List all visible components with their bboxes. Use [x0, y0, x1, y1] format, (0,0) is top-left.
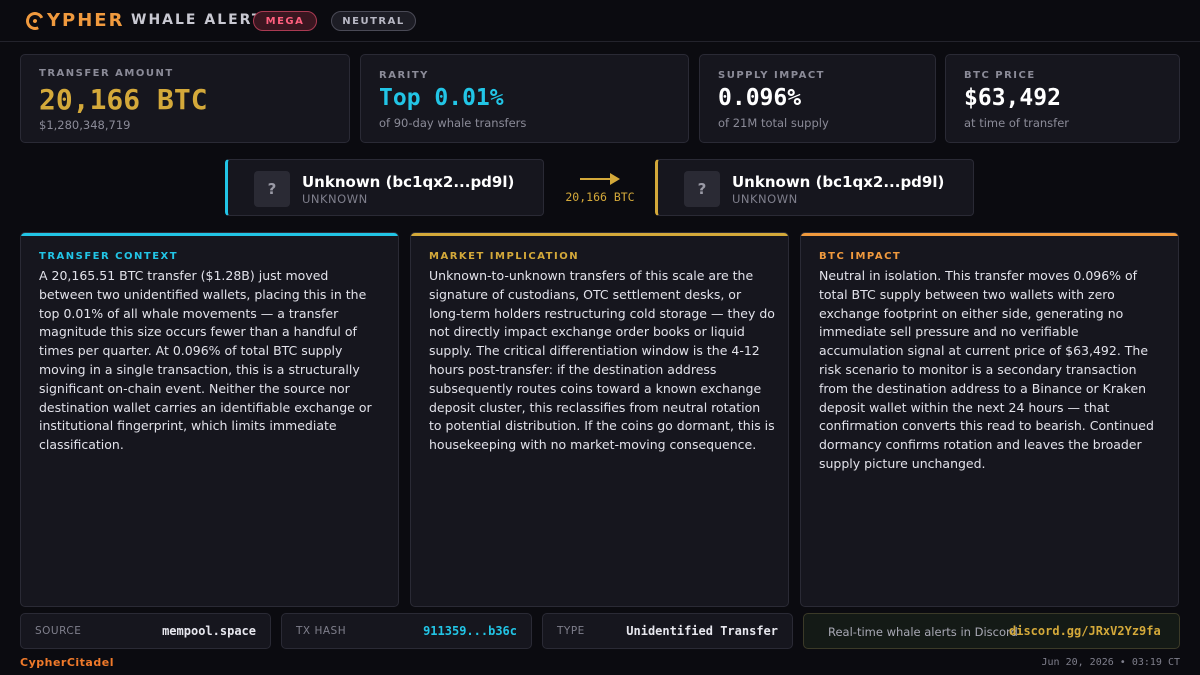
- discord-link[interactable]: discord.gg/JRxV2Yz9fa: [1009, 624, 1161, 638]
- market-implication-panel: MARKET IMPLICATION Unknown-to-unknown tr…: [410, 232, 789, 607]
- tx-hash-label: TX HASH: [296, 625, 347, 637]
- rarity-sub: of 90-day whale transfers: [379, 116, 527, 130]
- panel-body: A 20,165.51 BTC transfer ($1.28B) just m…: [39, 268, 372, 453]
- panel-title: MARKET IMPLICATION: [429, 251, 580, 262]
- tx-hash-box: TX HASH 911359...b36c: [281, 613, 532, 649]
- stat-card-transfer-amount: TRANSFER AMOUNT 20,166 BTC $1,280,348,71…: [20, 54, 350, 143]
- tx-hash-link[interactable]: 911359...b36c: [423, 624, 517, 638]
- btc-price-value: $63,492: [964, 85, 1061, 111]
- transfer-arrow-icon: [577, 172, 621, 186]
- panel-title: TRANSFER CONTEXT: [39, 251, 179, 262]
- stat-card-btc-price: BTC PRICE $63,492 at time of transfer: [945, 54, 1180, 143]
- mega-badge: MEGA: [253, 11, 317, 31]
- neutral-badge: NEUTRAL: [331, 11, 416, 31]
- stat-label: TRANSFER AMOUNT: [39, 68, 174, 79]
- destination-wallet-name: Unknown (bc1qx2...pd9l): [732, 173, 945, 191]
- destination-wallet-card[interactable]: ? Unknown (bc1qx2...pd9l) UNKNOWN: [655, 159, 974, 216]
- stat-card-supply-impact: SUPPLY IMPACT 0.096% of 21M total supply: [699, 54, 936, 143]
- destination-wallet-type: UNKNOWN: [732, 192, 798, 206]
- rarity-value: Top 0.01%: [379, 85, 504, 111]
- cypher-logo-icon: [23, 8, 47, 33]
- stat-card-rarity: RARITY Top 0.01% of 90-day whale transfe…: [360, 54, 689, 143]
- stat-label: RARITY: [379, 70, 429, 81]
- source-link[interactable]: mempool.space: [162, 624, 256, 638]
- stat-label: SUPPLY IMPACT: [718, 70, 825, 81]
- source-label: SOURCE: [35, 625, 82, 637]
- panel-accent-bar: [21, 233, 398, 236]
- cypher-logo[interactable]: YPHER: [23, 8, 125, 33]
- discord-cta-text: Real-time whale alerts in Discord: [828, 625, 1018, 639]
- panel-body: Neutral in isolation. This transfer move…: [819, 268, 1154, 471]
- type-label: TYPE: [557, 625, 585, 637]
- transfer-context-panel: TRANSFER CONTEXT A 20,165.51 BTC transfe…: [20, 232, 399, 607]
- brand-name: CypherCitadel: [20, 656, 114, 669]
- logo-text: YPHER: [47, 10, 125, 31]
- panel-accent-bar: [411, 233, 788, 236]
- supply-impact-sub: of 21M total supply: [718, 116, 829, 130]
- source-wallet-name: Unknown (bc1qx2...pd9l): [302, 173, 515, 191]
- source-wallet-type: UNKNOWN: [302, 192, 368, 206]
- panel-accent-bar: [801, 233, 1178, 236]
- transfer-usd-value: $1,280,348,719: [39, 118, 131, 132]
- type-value: Unidentified Transfer: [626, 624, 778, 638]
- unknown-wallet-icon: ?: [254, 171, 290, 207]
- supply-impact-value: 0.096%: [718, 85, 802, 111]
- app-header: YPHER WHALE ALERT MEGA NEUTRAL: [0, 0, 1200, 42]
- transfer-amount-value: 20,166 BTC: [39, 83, 208, 116]
- transfer-amount-label: 20,166 BTC: [565, 190, 635, 204]
- stat-label: BTC PRICE: [964, 70, 1036, 81]
- timestamp: Jun 20, 2026 • 03:19 CT: [1041, 657, 1180, 668]
- unknown-wallet-icon: ?: [684, 171, 720, 207]
- btc-impact-panel: BTC IMPACT Neutral in isolation. This tr…: [800, 232, 1179, 607]
- panel-title: BTC IMPACT: [819, 251, 902, 262]
- panel-body: Unknown-to-unknown transfers of this sca…: [429, 268, 775, 453]
- page-title: WHALE ALERT: [131, 12, 264, 28]
- btc-price-sub: at time of transfer: [964, 116, 1070, 130]
- type-box: TYPE Unidentified Transfer: [542, 613, 793, 649]
- discord-cta-box[interactable]: Real-time whale alerts in Discord discor…: [803, 613, 1180, 649]
- source-wallet-card[interactable]: ? Unknown (bc1qx2...pd9l) UNKNOWN: [225, 159, 544, 216]
- source-box: SOURCE mempool.space: [20, 613, 271, 649]
